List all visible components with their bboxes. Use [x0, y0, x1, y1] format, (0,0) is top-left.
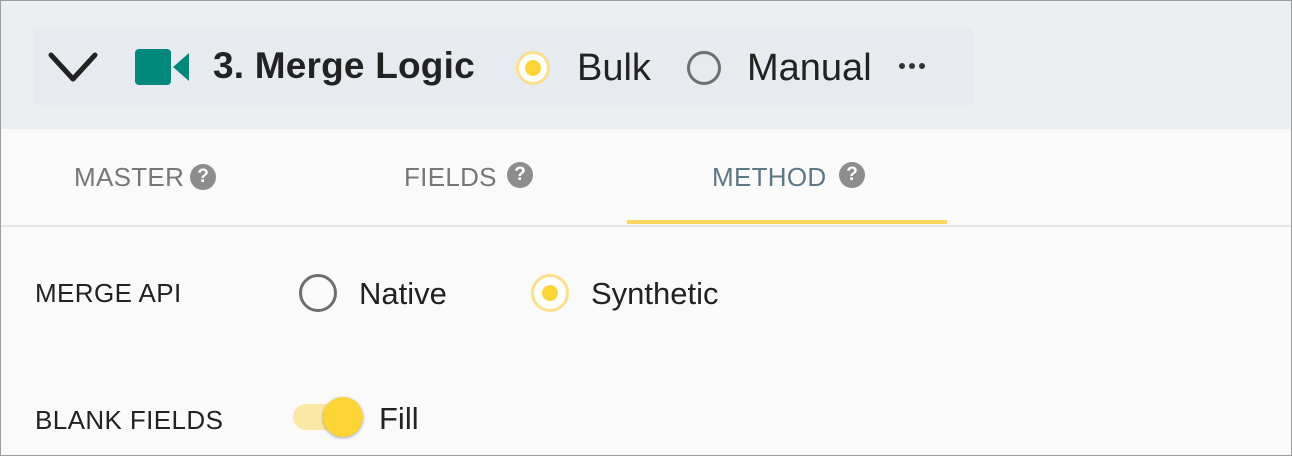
mode-bulk-label[interactable]: Bulk	[577, 47, 651, 90]
more-horizontal-icon[interactable]	[897, 63, 931, 73]
tab-method-label: METHOD	[712, 162, 827, 192]
merge-api-synthetic-radio[interactable]	[531, 274, 569, 312]
step-title: 3. Merge Logic	[213, 45, 475, 86]
mode-bulk-radio[interactable]	[516, 51, 550, 85]
help-icon[interactable]: ?	[839, 162, 865, 188]
mode-manual-label[interactable]: Manual	[747, 47, 872, 90]
blank-fields-toggle-label: Fill	[379, 401, 419, 436]
tab-fields-label: FIELDS	[404, 162, 497, 192]
tabs-divider	[1, 225, 1291, 227]
help-icon[interactable]: ?	[507, 162, 533, 188]
video-camera-icon	[135, 49, 189, 85]
active-tab-indicator	[627, 220, 947, 224]
blank-fields-toggle[interactable]	[291, 397, 365, 441]
merge-api-label: MERGE API	[35, 278, 182, 308]
tab-method[interactable]: METHOD ?	[627, 129, 947, 225]
mode-manual-radio[interactable]	[687, 51, 721, 85]
merge-api-native-label[interactable]: Native	[359, 276, 447, 312]
chevron-down-icon[interactable]	[47, 49, 99, 87]
toggle-thumb[interactable]	[323, 397, 363, 437]
merge-logic-panel: 3. Merge Logic Bulk Manual MASTER ? FIEL…	[0, 0, 1292, 456]
tab-master[interactable]: MASTER ?	[61, 129, 241, 225]
merge-api-native-radio[interactable]	[299, 274, 337, 312]
tab-master-label: MASTER	[74, 162, 185, 192]
blank-fields-label: BLANK FIELDS	[35, 405, 224, 435]
merge-api-synthetic-label[interactable]: Synthetic	[591, 276, 719, 312]
tab-fields[interactable]: FIELDS ?	[391, 129, 571, 225]
help-icon[interactable]: ?	[190, 164, 216, 190]
